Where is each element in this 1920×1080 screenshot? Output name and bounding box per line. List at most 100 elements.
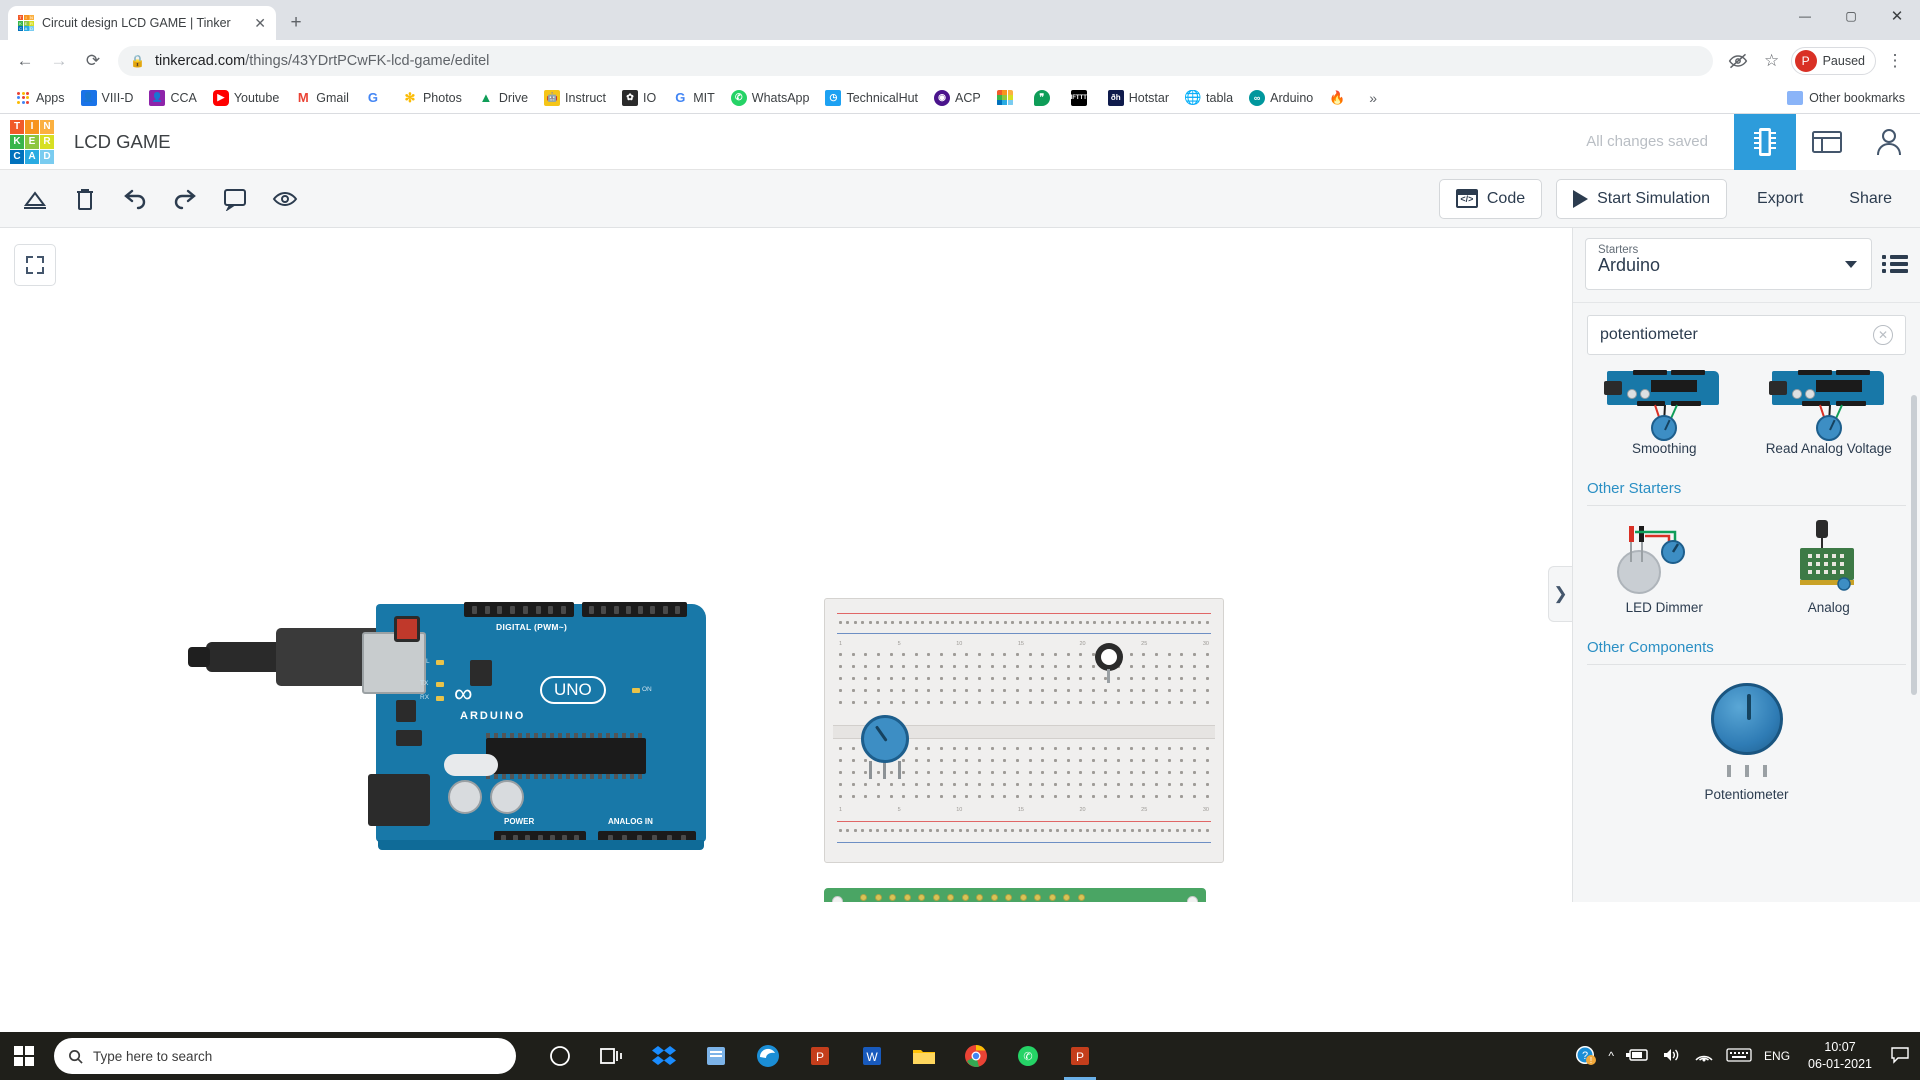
bookmark-instruct[interactable]: 🤖 Instruct	[537, 87, 613, 109]
circuit-canvas[interactable]: DIGITAL (PWM~) POWER ANALOG IN ∞ UNO ARD…	[0, 228, 1572, 902]
whatsapp-icon[interactable]: ✆	[1004, 1032, 1052, 1080]
maximize-icon[interactable]: ▢	[1828, 0, 1874, 32]
back-icon[interactable]: ←	[10, 46, 40, 76]
tab-strip: TIN KER CAD Circuit design LCD GAME | Ti…	[0, 0, 1920, 40]
bookmark-hangouts[interactable]: ❞	[1027, 87, 1062, 109]
share-button[interactable]: Share	[1833, 179, 1908, 219]
panel-body: ✕	[1573, 302, 1920, 902]
word-icon[interactable]: W	[848, 1032, 896, 1080]
eye-icon[interactable]	[262, 176, 308, 222]
chrome-menu-icon[interactable]: ⋮	[1880, 46, 1910, 76]
tray-overflow-icon[interactable]: ^	[1608, 1049, 1614, 1063]
clear-search-icon[interactable]: ✕	[1873, 325, 1893, 345]
note-icon[interactable]	[212, 176, 258, 222]
fit-to-view-button[interactable]	[14, 244, 56, 286]
tab-circuits-view[interactable]	[1734, 114, 1796, 170]
panel-collapse-handle[interactable]: ❯	[1548, 566, 1572, 622]
window-controls: — ▢ ✕	[1782, 0, 1920, 40]
search-box[interactable]: ✕	[1587, 315, 1906, 355]
tinkercad-logo[interactable]: T I N K E R C A D	[10, 120, 54, 164]
powerpoint-active-icon[interactable]: P	[1056, 1032, 1104, 1080]
file-explorer-icon[interactable]	[900, 1032, 948, 1080]
bookmark-tinkercad[interactable]	[990, 87, 1025, 109]
bookmark-whatsapp[interactable]: ✆ WhatsApp	[724, 87, 817, 109]
bookmark-acp[interactable]: ◉ ACP	[927, 87, 988, 109]
tab-profile-view[interactable]	[1858, 114, 1920, 170]
keyboard-icon[interactable]	[1726, 1047, 1752, 1066]
bookmark-star-icon[interactable]: ☆	[1757, 46, 1787, 76]
task-view-icon[interactable]	[588, 1032, 636, 1080]
label-rx: RX	[420, 694, 429, 701]
eye-slash-icon[interactable]	[1723, 46, 1753, 76]
notification-icon[interactable]	[1890, 1046, 1910, 1067]
bookmark-arduino[interactable]: ∞ Arduino	[1242, 87, 1320, 109]
bookmark-gmail[interactable]: M Gmail	[288, 87, 356, 109]
code-button[interactable]: </> Code	[1439, 179, 1542, 219]
bookmark-label: TechnicalHut	[846, 91, 918, 105]
bookmark-io[interactable]: ✿ IO	[615, 87, 663, 109]
bookmark-drive[interactable]: ▲ Drive	[471, 87, 535, 109]
profile-chip[interactable]: P Paused	[1791, 47, 1876, 75]
undo-arrow-icon[interactable]	[112, 176, 158, 222]
photoresistor-component[interactable]	[1095, 643, 1123, 671]
potentiometer-component[interactable]	[861, 715, 909, 763]
lcd-display-component[interactable]	[824, 888, 1206, 902]
arduino-uno-component[interactable]: DIGITAL (PWM~) POWER ANALOG IN ∞ UNO ARD…	[376, 598, 706, 850]
dropbox-icon[interactable]	[640, 1032, 688, 1080]
taskbar-clock[interactable]: 10:07 06-01-2021	[1802, 1039, 1878, 1073]
wifi-icon[interactable]	[1694, 1047, 1714, 1066]
sticky-notes-icon[interactable]	[692, 1032, 740, 1080]
bookmark-flame[interactable]: 🔥	[1322, 87, 1357, 109]
starter-card-read-analog-voltage[interactable]: Read Analog Voltage	[1752, 365, 1907, 464]
rotate-icon[interactable]	[12, 176, 58, 222]
address-bar[interactable]: 🔒 tinkercad.com/things/43YDrtPCwFK-lcd-g…	[118, 46, 1713, 76]
bookmark-viii-d[interactable]: 👤 VIII-D	[74, 87, 141, 109]
starters-select[interactable]: Starters Arduino	[1585, 238, 1872, 290]
starter-card-smoothing[interactable]: Smoothing	[1587, 365, 1742, 464]
starter-card-analog[interactable]: Analog	[1752, 512, 1907, 623]
tab-components-view[interactable]	[1796, 114, 1858, 170]
language-indicator[interactable]: ENG	[1764, 1049, 1790, 1063]
taskbar-search-placeholder: Type here to search	[93, 1049, 212, 1064]
close-window-icon[interactable]: ✕	[1874, 0, 1920, 32]
microsoft-edge-icon[interactable]	[744, 1032, 792, 1080]
bookmark-ifttt[interactable]: IFTTT	[1064, 87, 1099, 109]
reload-icon[interactable]: ⟳	[78, 46, 108, 76]
component-card-potentiometer[interactable]: Potentiometer	[1587, 683, 1906, 804]
bookmarks-overflow-button[interactable]: »	[1363, 90, 1383, 106]
chrome-icon[interactable]	[952, 1032, 1000, 1080]
forward-icon[interactable]: →	[44, 46, 74, 76]
breadboard-component[interactable]: 151015202530 151015202530	[824, 598, 1224, 863]
search-input[interactable]	[1600, 326, 1873, 344]
close-icon[interactable]: ✕	[254, 16, 266, 30]
redo-arrow-icon[interactable]	[162, 176, 208, 222]
start-button[interactable]	[0, 1032, 48, 1080]
starter-card-led-dimmer[interactable]: LED Dimmer	[1587, 512, 1742, 623]
battery-charging-icon[interactable]	[1626, 1048, 1650, 1065]
bookmark-cca[interactable]: 👤 CCA	[142, 87, 203, 109]
bookmark-mit[interactable]: G MIT	[665, 87, 722, 109]
other-bookmarks-folder[interactable]: Other bookmarks	[1780, 88, 1912, 108]
new-tab-button[interactable]: +	[282, 9, 310, 37]
start-simulation-button[interactable]: Start Simulation	[1556, 179, 1727, 219]
bookmark-youtube[interactable]: ▶ Youtube	[206, 87, 286, 109]
export-button[interactable]: Export	[1741, 179, 1819, 219]
bookmark-technicalhut[interactable]: ◷ TechnicalHut	[818, 87, 925, 109]
bookmark-photos[interactable]: ✻ Photos	[395, 87, 469, 109]
minimize-icon[interactable]: —	[1782, 0, 1828, 32]
cortana-icon[interactable]	[536, 1032, 584, 1080]
board-oval-marking	[444, 754, 498, 776]
trash-icon[interactable]	[62, 176, 108, 222]
reset-button[interactable]	[394, 616, 420, 642]
bookmark-tabla[interactable]: 🌐 tabla	[1178, 87, 1240, 109]
bookmark-hotstar[interactable]: ðh Hotstar	[1101, 87, 1176, 109]
taskbar-search[interactable]: Type here to search	[54, 1038, 516, 1074]
browser-tab[interactable]: TIN KER CAD Circuit design LCD GAME | Ti…	[8, 6, 276, 40]
panel-scrollbar[interactable]	[1911, 395, 1917, 695]
speaker-icon[interactable]	[1662, 1047, 1682, 1066]
help-question-icon[interactable]: ?!	[1574, 1044, 1596, 1069]
powerpoint-icon[interactable]: P	[796, 1032, 844, 1080]
list-view-icon[interactable]	[1882, 255, 1908, 273]
bookmark-google[interactable]: G	[358, 87, 393, 109]
bookmark-apps[interactable]: Apps	[8, 87, 72, 109]
